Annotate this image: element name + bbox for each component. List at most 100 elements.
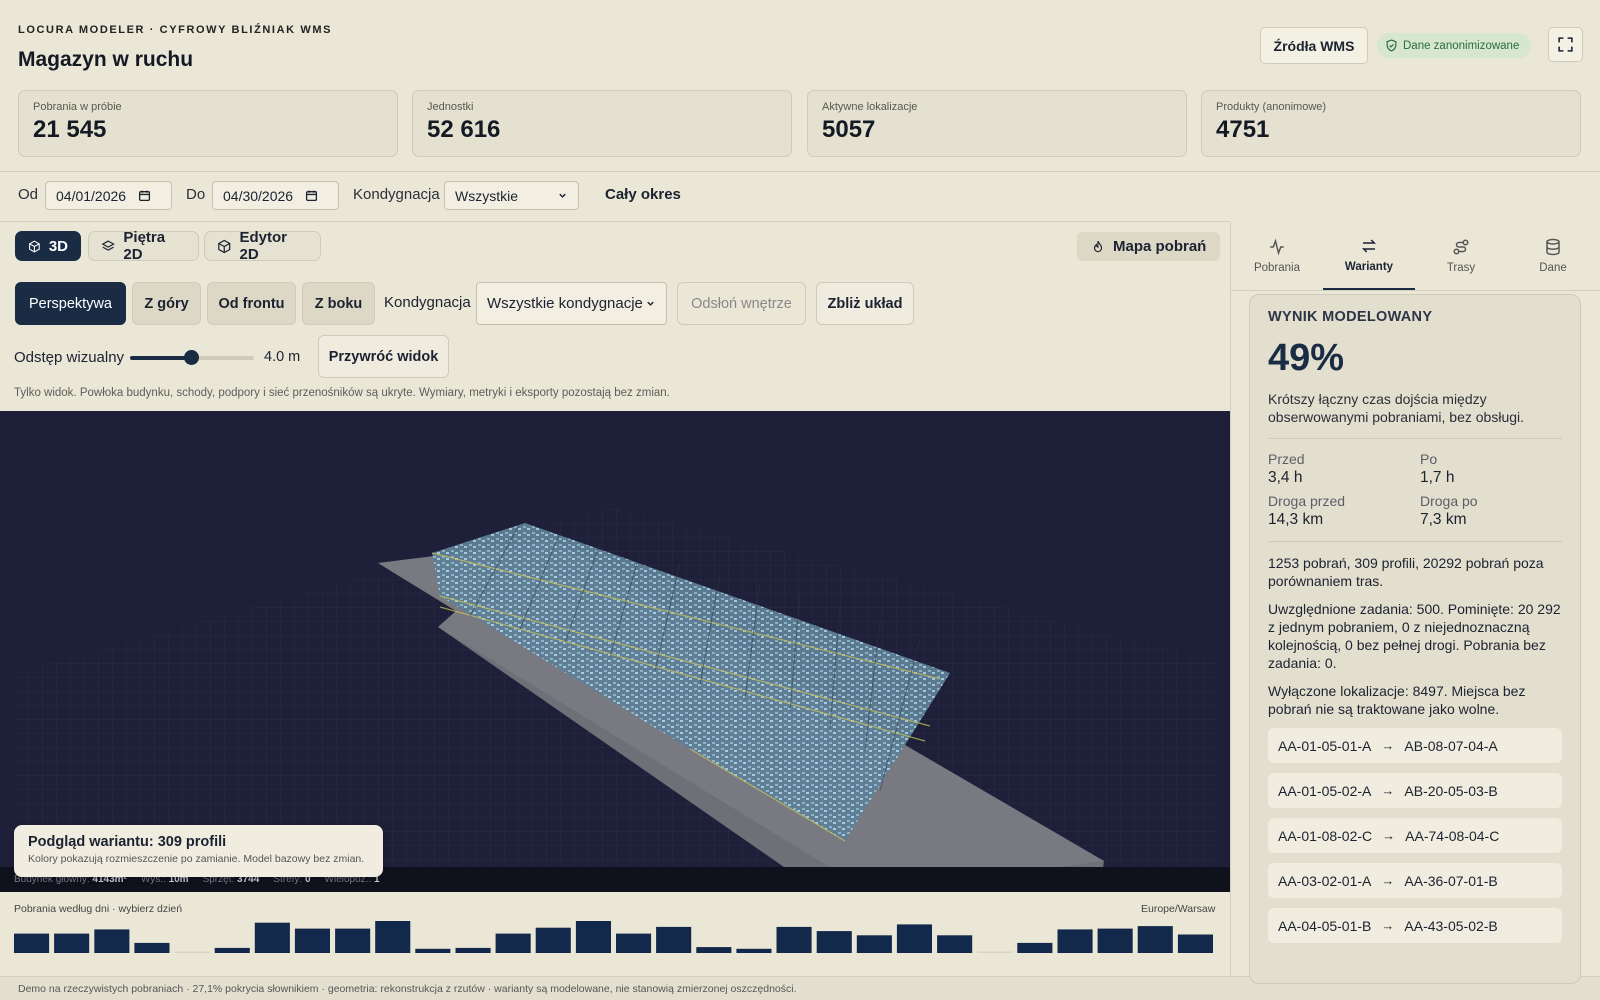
spacing-slider-thumb[interactable] [184, 350, 199, 365]
arrow-right-icon: → [1381, 873, 1395, 888]
spacing-value: 4.0 m [264, 349, 301, 365]
chevron-down-icon [559, 193, 566, 198]
tab-floors-2d-label: Piętra 2D [123, 229, 166, 263]
daily-bar[interactable] [335, 928, 371, 953]
tab-data[interactable]: Dane [1507, 222, 1599, 290]
daily-bar[interactable] [495, 933, 531, 953]
route-icon [1453, 239, 1469, 255]
tab-routes[interactable]: Trasy [1415, 222, 1507, 290]
daily-bar[interactable] [375, 921, 411, 953]
daily-bar[interactable] [1177, 934, 1213, 954]
daily-bar[interactable] [896, 924, 932, 953]
divider [1268, 438, 1562, 439]
date-from-input[interactable]: 04/01/2026 [45, 181, 172, 210]
result-summary: 1253 pobrań, 309 profili, 20292 pobrań p… [1268, 555, 1544, 589]
model-result-card: WYNIK MODELOWANY 49% Krótszy łączny czas… [1249, 294, 1581, 984]
tab-floors-2d[interactable]: Piętra 2D [88, 229, 199, 263]
tab-data-label: Dane [1539, 262, 1567, 274]
metric-after: Po 1,7 h [1420, 451, 1455, 486]
view-side-button[interactable]: Z boku [302, 282, 375, 325]
arrow-right-icon: → [1381, 738, 1395, 753]
timezone-label: Europe/Warsaw [1141, 903, 1216, 915]
tab-variants-label: Warianty [1344, 261, 1394, 273]
expand-icon [1558, 37, 1573, 52]
move-row[interactable]: AA-01-05-02-A → AB-20-05-03-B [1268, 773, 1562, 808]
date-from-label: Od [18, 186, 39, 203]
shield-check-icon [1386, 39, 1397, 52]
reveal-interior-button[interactable]: Odsłoń wnętrze [677, 282, 806, 325]
daily-bar[interactable] [1057, 929, 1093, 953]
tab-3d[interactable]: 3D [15, 231, 81, 261]
database-icon [1546, 238, 1560, 256]
daily-bar[interactable] [656, 926, 692, 953]
daily-chart-title: Pobrania według dni · wybierz dzień [14, 903, 183, 915]
daily-bar[interactable] [294, 928, 330, 953]
daily-bar[interactable] [856, 935, 892, 953]
variant-preview-card: Podgląd wariantu: 309 profili Kolory pok… [14, 825, 383, 877]
level-filter-select[interactable]: Wszystkie [444, 181, 579, 210]
result-tasks: Uwzględnione zadania: 500. Pominięte: 20… [1268, 601, 1561, 671]
move-row[interactable]: AA-03-02-01-A → AA-36-07-01-B [1268, 863, 1562, 898]
level-filter-value: Wszystkie [455, 187, 518, 204]
wms-sources-button[interactable]: Źródła WMS [1260, 27, 1368, 64]
view-front-button[interactable]: Od frontu [207, 282, 296, 325]
daily-bar[interactable] [214, 947, 250, 953]
stat-value: 21 545 [33, 116, 107, 143]
daily-picks-chart[interactable] [14, 915, 1218, 961]
daily-bar[interactable] [977, 951, 1013, 954]
view-perspective-button[interactable]: Perspektywa [15, 282, 126, 325]
daily-bar[interactable] [254, 922, 290, 953]
daily-bar[interactable] [816, 931, 852, 953]
activity-icon [1270, 238, 1284, 256]
daily-bar[interactable] [54, 933, 90, 953]
daily-bar[interactable] [455, 947, 491, 953]
spacing-slider-fill [130, 356, 192, 360]
tab-editor-2d[interactable]: Edytor 2D [204, 229, 321, 263]
fit-layout-button[interactable]: Zbliż układ [816, 282, 914, 325]
move-row[interactable]: AA-01-05-01-A → AB-08-07-04-A [1268, 728, 1562, 763]
tab-variants[interactable]: Warianty [1323, 222, 1415, 290]
tab-editor-2d-label: Edytor 2D [239, 229, 288, 263]
daily-bar[interactable] [1097, 928, 1133, 953]
daily-bar[interactable] [1137, 926, 1173, 953]
viewport-3d[interactable] [0, 411, 1230, 892]
divider [1268, 541, 1562, 542]
daily-bar[interactable] [937, 935, 973, 953]
reset-view-button[interactable]: Przywróć widok [318, 335, 449, 378]
daily-bar[interactable] [415, 948, 451, 953]
daily-bar[interactable] [616, 933, 652, 953]
daily-bar[interactable] [535, 927, 571, 953]
heatmap-button[interactable]: Mapa pobrań [1077, 232, 1221, 261]
camera-level-value: Wszystkie kondygnacje [487, 295, 643, 312]
metric-before: Przed 3,4 h [1268, 451, 1305, 486]
daily-bar[interactable] [575, 921, 611, 953]
daily-bar[interactable] [14, 933, 50, 953]
move-row[interactable]: AA-01-08-02-C → AA-74-08-04-C [1268, 818, 1562, 853]
fullscreen-button[interactable] [1548, 27, 1583, 62]
metric-distance-after: Droga po 7,3 km [1420, 493, 1478, 528]
tab-picks[interactable]: Pobrania [1231, 222, 1323, 290]
variant-preview-title: Podgląd wariantu: 309 profili [28, 834, 227, 850]
camera-level-select[interactable]: Wszystkie kondygnacje [476, 282, 667, 325]
daily-bar[interactable] [1017, 942, 1053, 953]
metric-distance-before: Droga przed 14,3 km [1268, 493, 1346, 528]
daily-bar[interactable] [696, 947, 732, 953]
variant-preview-subtitle: Kolory pokazują rozmieszczenie po zamian… [28, 853, 365, 865]
daily-bar[interactable] [736, 948, 772, 953]
move-row[interactable]: AA-04-05-01-B → AA-43-05-02-B [1268, 908, 1562, 943]
stat-label: Pobrania w próbie [33, 101, 122, 113]
date-to-value: 04/30/2026 [223, 187, 294, 204]
stat-label: Produkty (anonimowe) [1216, 101, 1327, 113]
full-period-button[interactable]: Cały okres [605, 186, 681, 203]
daily-bar[interactable] [94, 929, 130, 953]
view-top-button[interactable]: Z góry [132, 282, 201, 325]
daily-bar[interactable] [134, 942, 170, 953]
daily-bar[interactable] [776, 926, 812, 953]
stat-label: Aktywne lokalizacje [822, 101, 918, 113]
spacing-label: Odstęp wizualny [14, 349, 125, 366]
daily-bar[interactable] [174, 951, 210, 954]
tab-picks-label: Pobrania [1253, 262, 1301, 274]
calendar-icon [306, 190, 318, 202]
date-to-input[interactable]: 04/30/2026 [212, 181, 339, 210]
stat-value: 5057 [822, 116, 876, 143]
